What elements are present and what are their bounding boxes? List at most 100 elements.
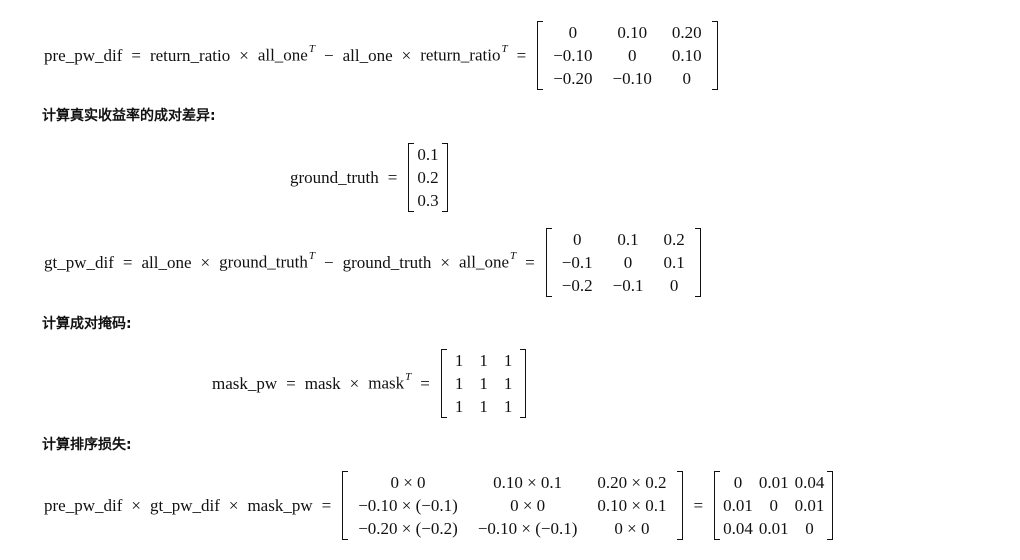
matrix: 0 × 0 0.10 × 0.1 0.20 × 0.2 −0.10 × (−0.1) 0… — [342, 471, 683, 540]
matrix-cell: 0.10 — [671, 46, 702, 65]
matrix-cell: 0 — [623, 253, 633, 272]
matrix-row: −0.10 × (−0.1) 0 × 0 0.10 × 0.1 — [348, 494, 676, 517]
matrix-cell: 1 — [503, 351, 513, 370]
matrix-cell: 0.20 — [671, 23, 702, 42]
term: return_ratioT — [420, 43, 508, 65]
matrix-cell: 0 × 0 — [510, 496, 546, 515]
term: all_oneT — [459, 250, 517, 272]
term: ground_truth — [342, 252, 432, 272]
matrix-cell: −0.1 — [561, 253, 593, 272]
matrix-cell: 0.04 — [723, 519, 753, 538]
matrix-row: 0.2 — [414, 166, 441, 189]
matrix-row: 0.3 — [414, 189, 441, 212]
matrix-cell: −0.10 × (−0.1) — [358, 496, 458, 515]
matrix-cell: −0.1 — [612, 276, 644, 295]
matrix-cell: −0.10 — [612, 69, 652, 88]
equals-sign: = — [516, 45, 527, 65]
matrix-table: 0.1 0.2 0.3 — [414, 143, 441, 212]
matrix-table: 0 0.10 0.20 −0.10 0 0.10 −0.20 −0.10 0 — [543, 21, 711, 90]
minus-sign: − — [323, 45, 334, 65]
matrix-cell: 0 — [627, 46, 637, 65]
matrix-cell: 0.1 — [617, 230, 639, 249]
equals-sign: = — [420, 373, 430, 393]
matrix-cell: 0.10 × 0.1 — [493, 473, 563, 492]
equation-ranking-loss: pre_pw_dif × gt_pw_dif × mask_pw = 0 × 0… — [42, 471, 837, 540]
term: all_oneT — [257, 43, 315, 65]
matrix-cell: 1 — [479, 351, 488, 370]
matrix-cell: −0.10 — [553, 46, 593, 65]
matrix-row: −0.1 0 0.1 — [552, 251, 695, 274]
matrix-cell: 1 — [479, 397, 488, 416]
equation-ground-truth: ground_truth = 0.1 0.2 0.3 — [288, 143, 452, 212]
equals-sign: = — [131, 45, 141, 65]
matrix-cell: 1 — [503, 397, 513, 416]
equation-mask-pw: mask_pw = mask × maskT = 111111111 — [210, 349, 530, 418]
minus-sign: − — [324, 252, 334, 272]
section-heading: 计算真实收益率的成对差异: — [42, 108, 216, 124]
matrix-cell: −0.10 × (−0.1) — [477, 519, 578, 538]
matrix-cell: 0.1 — [663, 253, 685, 272]
equation-pre-pw-dif: pre_pw_dif = return_ratio × all_oneT − a… — [42, 21, 722, 90]
matrix-row: 0.04 0.01 0 — [720, 517, 827, 540]
matrix-cell: 0 — [769, 496, 778, 515]
matrix-row: 0 0.1 0.2 — [552, 228, 695, 251]
lhs: ground_truth — [290, 167, 379, 187]
matrix-cell: 1 — [454, 374, 464, 393]
term: mask — [304, 373, 341, 393]
term: all_one — [141, 252, 192, 272]
equals-sign: = — [387, 167, 398, 187]
lhs: mask_pw — [212, 373, 278, 393]
times-sign: × — [228, 495, 239, 515]
equation-gt-pw-dif: gt_pw_dif = all_one × ground_truthT − gr… — [42, 228, 705, 297]
matrix-row: 111 — [447, 372, 521, 395]
matrix: 0 0.10 0.20 −0.10 0 0.10 −0.20 −0.10 0 — [537, 21, 719, 90]
matrix-row: −0.10 0 0.10 — [543, 44, 711, 67]
times-sign: × — [131, 495, 141, 515]
section-heading: 计算成对掩码: — [42, 316, 132, 332]
matrix-cell: 0.10 × 0.1 — [597, 496, 667, 515]
equals-sign: = — [286, 373, 296, 393]
lhs: pre_pw_dif — [44, 45, 123, 65]
matrix-cell: 0 × 0 — [614, 519, 650, 538]
matrix-cell: −0.20 × (−0.2) — [358, 519, 458, 538]
equals-sign: = — [525, 252, 535, 272]
equals-sign: = — [122, 252, 133, 272]
matrix-table: 0 × 0 0.10 × 0.1 0.20 × 0.2 −0.10 × (−0.1) 0… — [348, 471, 676, 540]
matrix-cell: 0.20 × 0.2 — [597, 473, 667, 492]
matrix-row: 0 0.10 0.20 — [543, 21, 711, 44]
times-sign: × — [200, 252, 211, 272]
term: return_ratio — [149, 45, 231, 65]
matrix-cell: 0.01 — [794, 496, 825, 515]
matrix-row: 0.01 0 0.01 — [720, 494, 827, 517]
matrix-cell: 0 — [568, 23, 578, 42]
times-sign: × — [239, 45, 249, 65]
matrix-cell: 0.04 — [794, 473, 825, 492]
matrix-cell: 0 × 0 — [390, 473, 426, 492]
matrix-row: −0.2 −0.1 0 — [552, 274, 695, 297]
matrix-cell: 0.2 — [417, 168, 439, 187]
matrix-table: 0 0.01 0.04 0.01 0 0.01 0.04 0.01 0 — [720, 471, 827, 540]
section-heading: 计算排序损失: — [42, 437, 132, 453]
matrix-cell: 0 — [669, 276, 679, 295]
matrix-cell: 0.1 — [417, 145, 439, 164]
matrix-table: 111111111 — [447, 349, 521, 418]
matrix-cell: 0.01 — [758, 473, 789, 492]
matrix-row: 0 × 0 0.10 × 0.1 0.20 × 0.2 — [348, 471, 676, 494]
matrix-cell: 0.10 — [617, 23, 648, 42]
equals-sign: = — [321, 495, 332, 515]
matrix-row: 0 0.01 0.04 — [720, 471, 827, 494]
matrix-row: −0.20 × (−0.2) −0.10 × (−0.1) 0 × 0 — [348, 517, 676, 540]
equals-sign: = — [693, 495, 704, 515]
term: all_one — [342, 45, 393, 65]
term: maskT — [368, 371, 412, 393]
matrix-row: −0.20 −0.10 0 — [543, 67, 711, 90]
times-sign: × — [349, 373, 360, 393]
matrix-cell: 0.2 — [663, 230, 685, 249]
matrix: 0 0.01 0.04 0.01 0 0.01 0.04 0.01 0 — [714, 471, 834, 540]
term: mask_pw — [247, 495, 313, 515]
matrix-cell: 1 — [503, 374, 513, 393]
matrix: 0 0.1 0.2 −0.1 0 0.1 −0.2 −0.1 0 — [545, 228, 701, 297]
matrix: 111111111 — [440, 349, 527, 418]
matrix-cell: 0 — [682, 69, 692, 88]
matrix-cell: 1 — [479, 374, 488, 393]
